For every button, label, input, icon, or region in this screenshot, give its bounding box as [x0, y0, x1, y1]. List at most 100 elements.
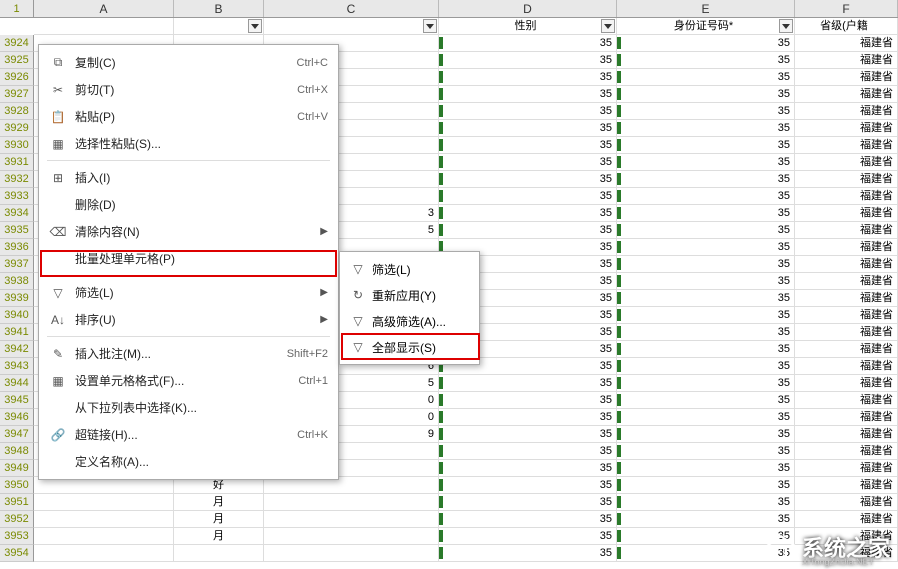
- row-header[interactable]: 3940: [0, 307, 34, 324]
- menu-item[interactable]: ▦设置单元格格式(F)...Ctrl+1: [39, 367, 338, 394]
- col-header-E[interactable]: E: [617, 0, 795, 17]
- row-header[interactable]: 3936: [0, 239, 34, 256]
- cell[interactable]: 月: [174, 511, 264, 528]
- filter-button[interactable]: [423, 19, 437, 33]
- cell[interactable]: 35: [439, 171, 617, 188]
- cell[interactable]: 福建省: [795, 86, 898, 103]
- header-cell[interactable]: 省级(户籍: [795, 18, 898, 35]
- cell[interactable]: 福建省: [795, 171, 898, 188]
- cell[interactable]: 35: [617, 477, 795, 494]
- submenu-item[interactable]: ▽全部显示(S): [340, 334, 479, 360]
- cell[interactable]: 35: [439, 35, 617, 52]
- cell[interactable]: 35: [617, 120, 795, 137]
- cell[interactable]: [34, 494, 174, 511]
- cell[interactable]: 福建省: [795, 511, 898, 528]
- cell[interactable]: 福建省: [795, 273, 898, 290]
- menu-item[interactable]: ▽筛选(L)▶: [39, 279, 338, 306]
- cell[interactable]: 福建省: [795, 477, 898, 494]
- menu-item[interactable]: ⧉复制(C)Ctrl+C: [39, 49, 338, 76]
- row-header[interactable]: 3944: [0, 375, 34, 392]
- cell[interactable]: 35: [439, 494, 617, 511]
- col-header-D[interactable]: D: [439, 0, 617, 17]
- corner-cell[interactable]: 1: [0, 0, 34, 18]
- cell[interactable]: 35: [617, 171, 795, 188]
- menu-item[interactable]: 删除(D): [39, 191, 338, 218]
- cell[interactable]: 35: [439, 460, 617, 477]
- header-cell[interactable]: [174, 18, 264, 35]
- row-header[interactable]: 3924: [0, 35, 34, 52]
- submenu-item[interactable]: ▽高级筛选(A)...: [340, 308, 479, 334]
- cell[interactable]: [34, 528, 174, 545]
- cell[interactable]: 月: [174, 494, 264, 511]
- row-header[interactable]: 3937: [0, 256, 34, 273]
- row-header[interactable]: 3942: [0, 341, 34, 358]
- filter-button[interactable]: [601, 19, 615, 33]
- cell[interactable]: 35: [439, 52, 617, 69]
- cell[interactable]: 35: [617, 154, 795, 171]
- row-header[interactable]: 3938: [0, 273, 34, 290]
- cell[interactable]: 35: [439, 511, 617, 528]
- cell[interactable]: 福建省: [795, 52, 898, 69]
- cell[interactable]: 35: [439, 154, 617, 171]
- cell[interactable]: [34, 545, 174, 562]
- row-header[interactable]: 3929: [0, 120, 34, 137]
- cell[interactable]: 35: [617, 460, 795, 477]
- cell[interactable]: 35: [617, 273, 795, 290]
- cell[interactable]: 35: [617, 409, 795, 426]
- cell[interactable]: 35: [617, 239, 795, 256]
- row-header[interactable]: 3951: [0, 494, 34, 511]
- cell[interactable]: [264, 528, 439, 545]
- filter-button[interactable]: [248, 19, 262, 33]
- cell[interactable]: 35: [439, 137, 617, 154]
- cell[interactable]: 福建省: [795, 494, 898, 511]
- row-header[interactable]: 3932: [0, 171, 34, 188]
- cell[interactable]: 35: [617, 137, 795, 154]
- cell[interactable]: 35: [439, 86, 617, 103]
- menu-item[interactable]: ⌫清除内容(N)▶: [39, 218, 338, 245]
- row-header[interactable]: 3939: [0, 290, 34, 307]
- cell[interactable]: 福建省: [795, 409, 898, 426]
- row-header[interactable]: 3934: [0, 205, 34, 222]
- cell[interactable]: 35: [617, 205, 795, 222]
- row-header[interactable]: 3952: [0, 511, 34, 528]
- cell[interactable]: 35: [439, 222, 617, 239]
- cell[interactable]: 35: [617, 35, 795, 52]
- cell[interactable]: 35: [617, 341, 795, 358]
- cell[interactable]: 35: [617, 307, 795, 324]
- row-header[interactable]: 3945: [0, 392, 34, 409]
- cell[interactable]: 35: [617, 324, 795, 341]
- cell[interactable]: 月: [174, 528, 264, 545]
- submenu-item[interactable]: ↻重新应用(Y): [340, 282, 479, 308]
- submenu-item[interactable]: ▽筛选(L): [340, 256, 479, 282]
- cell[interactable]: 35: [617, 256, 795, 273]
- row-header[interactable]: 3935: [0, 222, 34, 239]
- row-header[interactable]: 3941: [0, 324, 34, 341]
- menu-item[interactable]: ▦选择性粘贴(S)...: [39, 130, 338, 157]
- cell[interactable]: 福建省: [795, 375, 898, 392]
- col-header-C[interactable]: C: [264, 0, 439, 17]
- cell[interactable]: 福建省: [795, 341, 898, 358]
- row-header[interactable]: 3954: [0, 545, 34, 562]
- cell[interactable]: 35: [617, 426, 795, 443]
- cell[interactable]: 35: [439, 188, 617, 205]
- menu-item[interactable]: 从下拉列表中选择(K)...: [39, 394, 338, 421]
- cell[interactable]: 35: [617, 69, 795, 86]
- cell[interactable]: 福建省: [795, 443, 898, 460]
- cell[interactable]: 35: [617, 86, 795, 103]
- cell[interactable]: 福建省: [795, 324, 898, 341]
- row-header[interactable]: 3948: [0, 443, 34, 460]
- cell[interactable]: 福建省: [795, 460, 898, 477]
- filter-button[interactable]: [779, 19, 793, 33]
- cell[interactable]: 福建省: [795, 120, 898, 137]
- cell[interactable]: 35: [439, 443, 617, 460]
- cell[interactable]: 福建省: [795, 290, 898, 307]
- cell[interactable]: 35: [617, 358, 795, 375]
- cell[interactable]: 福建省: [795, 69, 898, 86]
- row-header[interactable]: 3925: [0, 52, 34, 69]
- cell[interactable]: 福建省: [795, 188, 898, 205]
- row-header[interactable]: 3950: [0, 477, 34, 494]
- row-header[interactable]: 3933: [0, 188, 34, 205]
- cell[interactable]: 35: [439, 409, 617, 426]
- cell[interactable]: 35: [439, 545, 617, 562]
- cell[interactable]: 35: [617, 511, 795, 528]
